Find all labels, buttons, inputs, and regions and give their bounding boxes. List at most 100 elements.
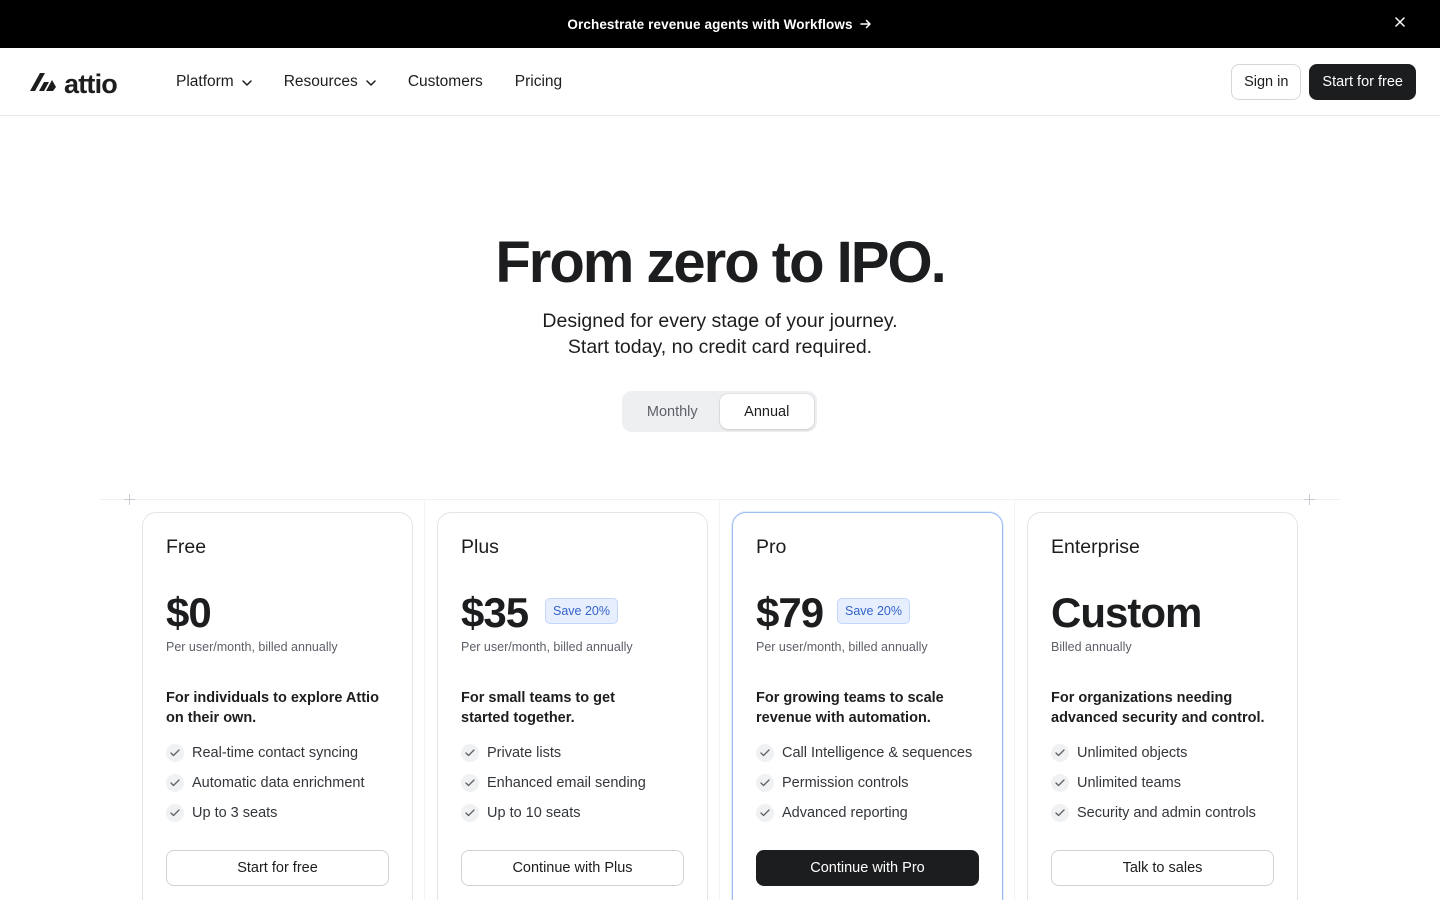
chevron-down-icon	[366, 73, 376, 91]
header-actions: Sign in Start for free	[1231, 64, 1416, 100]
nav-platform[interactable]: Platform	[176, 73, 252, 91]
main-nav: Platform Resources Customers Pricing	[176, 48, 594, 116]
logo-text: attio	[64, 68, 118, 99]
nav-label: Resources	[283, 73, 358, 90]
plan-description: For organizations needing advanced secur…	[1051, 690, 1265, 726]
check-icon	[1051, 804, 1069, 822]
feature-text: Security and admin controls	[1077, 805, 1256, 821]
feature-item: Real-time contact syncing	[166, 738, 364, 768]
feature-text: Private lists	[487, 745, 562, 761]
plan-description: For small teams to get started together.	[461, 690, 615, 726]
feature-text: Enhanced email sending	[487, 775, 646, 791]
plus-decoration-icon	[1304, 494, 1315, 505]
check-icon	[461, 804, 479, 822]
feature-text: Up to 3 seats	[192, 805, 278, 821]
feature-list: Unlimited objects Unlimited teams Securi…	[1051, 738, 1256, 828]
check-icon	[461, 744, 479, 762]
page-title: From zero to IPO.	[495, 230, 946, 295]
plan-price: $35	[461, 589, 529, 636]
plan-price: Custom	[1051, 589, 1202, 636]
feature-item: Automatic data enrichment	[166, 768, 364, 798]
announcement-bar: Orchestrate revenue agents with Workflow…	[0, 0, 1440, 48]
arrow-right-icon	[859, 17, 873, 31]
attio-logo-icon	[28, 69, 58, 98]
feature-text: Up to 10 seats	[487, 805, 581, 821]
start-for-free-button[interactable]: Start for free	[1309, 64, 1416, 100]
feature-list: Real-time contact syncing Automatic data…	[166, 738, 364, 828]
feature-item: Private lists	[461, 738, 646, 768]
plan-description: For growing teams to scale revenue with …	[756, 690, 944, 726]
check-icon	[756, 744, 774, 762]
plan-name: Free	[166, 536, 207, 558]
start-for-free-plan-button[interactable]: Start for free	[166, 850, 389, 886]
feature-text: Unlimited objects	[1077, 745, 1188, 761]
feature-item: Enhanced email sending	[461, 768, 646, 798]
plan-billing: Per user/month, billed annually	[166, 640, 338, 654]
check-icon	[166, 774, 184, 792]
decorative-divider	[100, 499, 1340, 500]
hero-subtitle-line-1: Designed for every stage of your journey…	[542, 310, 898, 332]
feature-text: Call Intelligence & sequences	[782, 745, 973, 761]
check-icon	[1051, 744, 1069, 762]
continue-with-plus-button[interactable]: Continue with Plus	[461, 850, 684, 886]
logo[interactable]: attio	[28, 68, 118, 99]
feature-list: Private lists Enhanced email sending Up …	[461, 738, 646, 828]
check-icon	[756, 774, 774, 792]
hero-subtitle: Designed for every stage of your journey…	[0, 308, 1440, 360]
feature-item: Up to 3 seats	[166, 798, 364, 828]
nav-label: Customers	[407, 73, 483, 90]
feature-item: Security and admin controls	[1051, 798, 1256, 828]
save-badge: Save 20%	[837, 598, 910, 624]
plan-name: Pro	[756, 536, 787, 558]
check-icon	[166, 744, 184, 762]
plan-name: Plus	[461, 536, 499, 558]
close-announcement-button[interactable]	[1390, 14, 1410, 34]
nav-customers[interactable]: Customers	[408, 73, 483, 91]
nav-pricing[interactable]: Pricing	[515, 73, 562, 91]
toggle-annual[interactable]: Annual	[719, 394, 814, 429]
close-icon	[1394, 15, 1406, 33]
decorative-divider	[719, 500, 720, 900]
site-header: attio Platform Resources Customers Prici…	[0, 48, 1440, 116]
feature-item: Call Intelligence & sequences	[756, 738, 972, 768]
sign-in-button[interactable]: Sign in	[1231, 64, 1302, 100]
save-badge: Save 20%	[545, 598, 618, 624]
plan-card-free: Free $0 Per user/month, billed annually …	[142, 512, 413, 900]
continue-with-pro-button[interactable]: Continue with Pro	[756, 850, 979, 886]
nav-resources[interactable]: Resources	[284, 73, 376, 91]
feature-item: Unlimited teams	[1051, 768, 1256, 798]
check-icon	[461, 774, 479, 792]
decorative-divider	[1014, 500, 1015, 900]
feature-text: Advanced reporting	[782, 805, 908, 821]
announcement-text: Orchestrate revenue agents with Workflow…	[567, 16, 853, 32]
plan-card-pro: Pro $79 Save 20% Per user/month, billed …	[732, 512, 1003, 900]
plan-price: $79	[756, 589, 824, 636]
plan-billing: Per user/month, billed annually	[461, 640, 633, 654]
hero-subtitle-line-2: Start today, no credit card required.	[567, 336, 873, 358]
nav-label: Pricing	[514, 73, 563, 90]
plan-billing: Billed annually	[1051, 640, 1132, 654]
talk-to-sales-button[interactable]: Talk to sales	[1051, 850, 1274, 886]
feature-text: Real-time contact syncing	[192, 745, 359, 761]
feature-text: Unlimited teams	[1077, 775, 1181, 791]
check-icon	[1051, 774, 1069, 792]
feature-item: Up to 10 seats	[461, 798, 646, 828]
plan-billing: Per user/month, billed annually	[756, 640, 928, 654]
plan-card-enterprise: Enterprise Custom Billed annually For or…	[1027, 512, 1298, 900]
plan-card-plus: Plus $35 Save 20% Per user/month, billed…	[437, 512, 708, 900]
feature-item: Advanced reporting	[756, 798, 972, 828]
plan-name: Enterprise	[1051, 536, 1140, 558]
plan-description: For individuals to explore Attio on thei…	[166, 690, 379, 726]
nav-label: Platform	[176, 73, 234, 90]
feature-text: Permission controls	[782, 775, 909, 791]
billing-toggle: Monthly Annual	[622, 391, 817, 432]
check-icon	[756, 804, 774, 822]
feature-text: Automatic data enrichment	[192, 775, 365, 791]
feature-list: Call Intelligence & sequences Permission…	[756, 738, 972, 828]
toggle-monthly[interactable]: Monthly	[625, 394, 720, 429]
decorative-divider	[424, 500, 425, 900]
check-icon	[166, 804, 184, 822]
feature-item: Permission controls	[756, 768, 972, 798]
chevron-down-icon	[241, 73, 252, 91]
announcement-link[interactable]: Orchestrate revenue agents with Workflow…	[567, 17, 872, 32]
